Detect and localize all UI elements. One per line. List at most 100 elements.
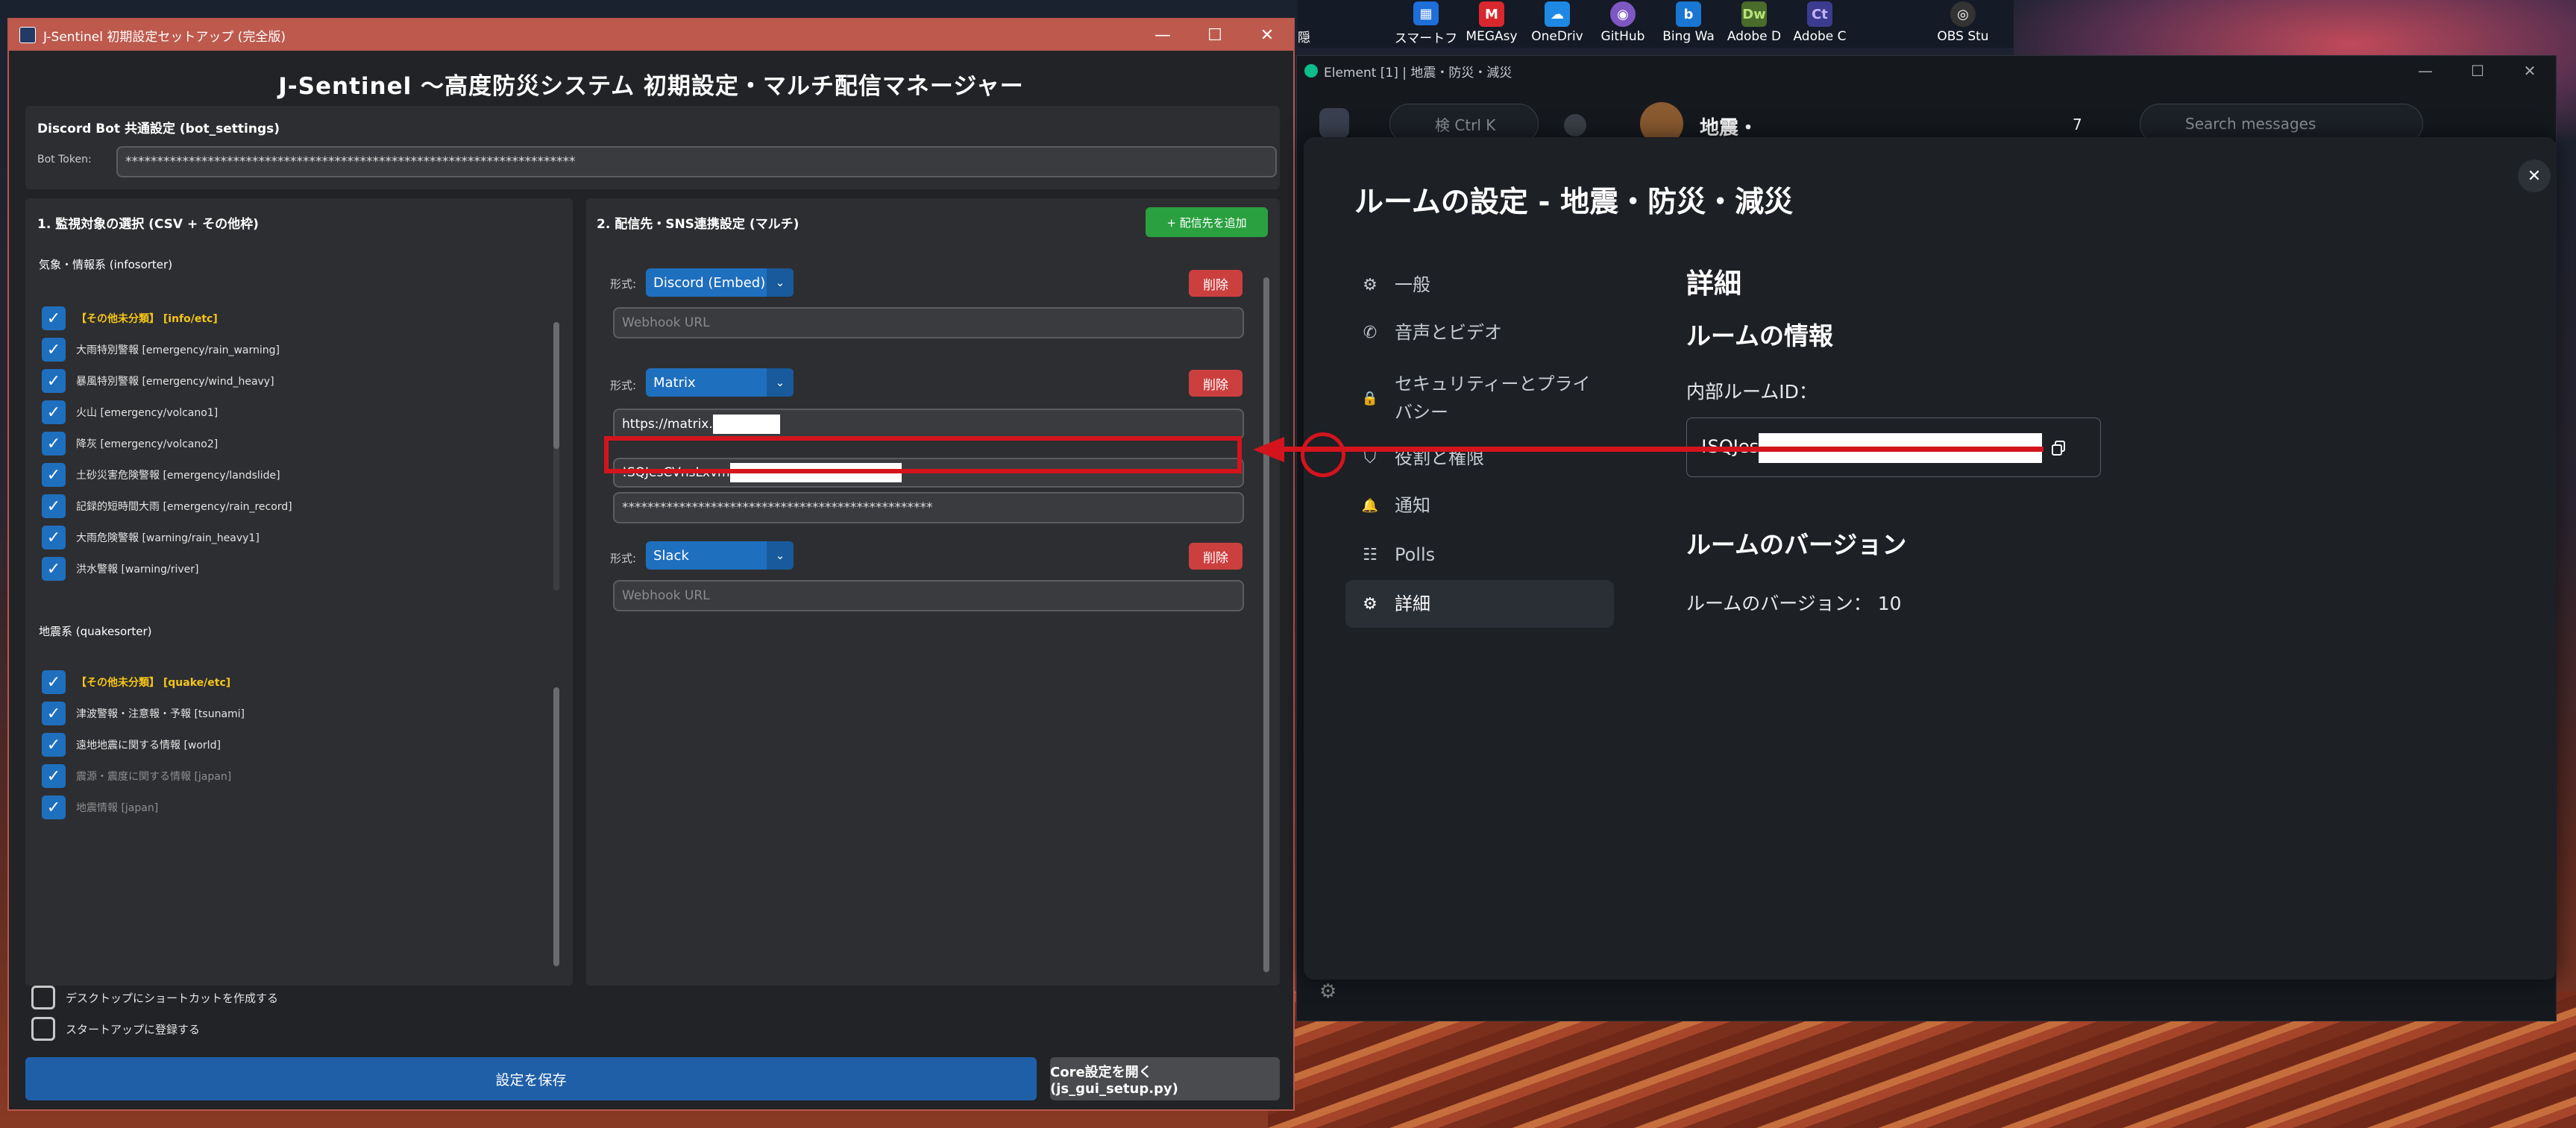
- list-item[interactable]: ✓ 暴風特別警報 [emergency/wind_heavy]: [42, 367, 274, 395]
- window-title: J-Sentinel 初期設定セットアップ (完全版): [43, 29, 286, 45]
- webhook-url-input[interactable]: Webhook URL: [613, 580, 1244, 611]
- checkbox-checked[interactable]: ✓: [42, 306, 66, 330]
- quake-scroll-thumb[interactable]: [553, 687, 559, 966]
- add-destination-button[interactable]: + 配信先を追加: [1146, 207, 1268, 237]
- minimize-button[interactable]: —: [2399, 56, 2451, 86]
- close-button[interactable]: ✕: [1241, 19, 1293, 51]
- quake-scrollbar[interactable]: [553, 687, 559, 966]
- close-button[interactable]: ✕: [2504, 56, 2556, 86]
- list-item[interactable]: ✓ 火山 [emergency/volcano1]: [42, 398, 218, 426]
- phone-icon: ✆: [1363, 323, 1377, 342]
- checkbox-checked[interactable]: ✓: [42, 494, 66, 518]
- adobe-c-shortcut[interactable]: Ct Adobe C: [1788, 1, 1851, 46]
- list-item[interactable]: ✓ 遠地地震に関する情報 [world]: [42, 731, 221, 759]
- checkbox-checked[interactable]: ✓: [42, 557, 66, 581]
- nav-item-security[interactable]: 🔒 セキュリティーとプライバシー: [1345, 368, 1614, 428]
- onedrive-shortcut[interactable]: ☁ OneDriv: [1526, 1, 1589, 46]
- shortcut-checkbox[interactable]: [31, 986, 55, 1009]
- checkbox-checked[interactable]: ✓: [42, 463, 66, 487]
- room-info-heading: ルームの情報: [1686, 321, 1834, 350]
- list-item[interactable]: ✓ 地震情報 [japan]: [42, 793, 158, 822]
- quake-group-label: 地震系 (quakesorter): [39, 625, 152, 638]
- list-item[interactable]: ✓ 洪水警報 [warning/river]: [42, 555, 198, 583]
- bot-settings-panel: Discord Bot 共通設定 (bot_settings) Bot Toke…: [25, 106, 1280, 189]
- element-window-titlebar[interactable]: Element [1] | 地震・防災・減災 — ☐ ✕: [1297, 56, 2556, 86]
- list-item[interactable]: ✓ 津波警報・注意報・予報 [tsunami]: [42, 699, 245, 728]
- maximize-button[interactable]: ☐: [2451, 56, 2504, 86]
- checkbox-checked[interactable]: ✓: [42, 338, 66, 362]
- annotation-highlight-box: [604, 436, 1242, 473]
- github-icon: ◉: [1610, 1, 1636, 27]
- checkbox-checked[interactable]: ✓: [42, 432, 66, 456]
- bing-icon: b: [1676, 1, 1701, 27]
- element-logo-icon: [1304, 64, 1318, 78]
- room-version-text: ルームのバージョン： 10: [1686, 593, 1902, 614]
- list-item[interactable]: ✓ 土砂災害危険警報 [emergency/landslide]: [42, 461, 280, 489]
- list-item[interactable]: ✓ 震源・震度に関する情報 [japan]: [42, 762, 231, 790]
- delivery-scroll-thumb[interactable]: [1263, 277, 1269, 972]
- space-icon[interactable]: [1319, 108, 1349, 138]
- delete-button[interactable]: 削除: [1189, 543, 1243, 570]
- copy-icon[interactable]: [2043, 433, 2073, 463]
- delivery-scrollbar[interactable]: [1263, 277, 1269, 972]
- list-item[interactable]: ✓ 降灰 [emergency/volcano2]: [42, 429, 218, 458]
- checkbox-checked[interactable]: ✓: [42, 526, 66, 549]
- obs-shortcut[interactable]: ◎ OBS Stu: [1932, 1, 1994, 46]
- checkbox-checked[interactable]: ✓: [42, 369, 66, 393]
- nav-item-voice-video[interactable]: ✆ 音声とビデオ: [1345, 309, 1614, 356]
- checkbox-checked[interactable]: ✓: [42, 400, 66, 424]
- list-item[interactable]: ✓ 【その他未分類】 [quake/etc]: [42, 668, 230, 696]
- list-item[interactable]: ✓ 【その他未分類】 [info/etc]: [42, 304, 218, 333]
- bing-shortcut[interactable]: b Bing Wa: [1657, 1, 1720, 46]
- list-item[interactable]: ✓ 大雨危険警報 [warning/rain_heavy1]: [42, 523, 260, 552]
- nav-item-advanced[interactable]: ⚙ 詳細: [1345, 580, 1614, 628]
- nav-item-general[interactable]: ⚙ 一般: [1345, 261, 1614, 309]
- nav-item-roles[interactable]: ⛉ 役割と権限: [1345, 434, 1614, 482]
- minimize-button[interactable]: —: [1137, 19, 1189, 51]
- dialog-close-button[interactable]: ✕: [2518, 160, 2551, 192]
- checkbox-checked[interactable]: ✓: [42, 764, 66, 788]
- setup-window: J-Sentinel 初期設定セットアップ (完全版) — ☐ ✕ J-Sent…: [7, 18, 1295, 1111]
- advanced-icon: ⚙: [1363, 594, 1377, 614]
- list-item[interactable]: ✓ 記録的短時間大雨 [emergency/rain_record]: [42, 492, 292, 520]
- open-core-settings-button[interactable]: Core設定を開く (js_gui_setup.py): [1050, 1057, 1280, 1100]
- startup-checkbox[interactable]: [31, 1017, 55, 1041]
- checkbox-checked[interactable]: ✓: [42, 733, 66, 757]
- setup-window-titlebar[interactable]: J-Sentinel 初期設定セットアップ (完全版) — ☐ ✕: [9, 19, 1293, 51]
- matrix-homeserver-input[interactable]: https://matrix.: [613, 409, 1244, 440]
- weather-scrollbar[interactable]: [553, 322, 559, 590]
- format-select-discord[interactable]: Discord (Embed) ⌄: [646, 268, 794, 297]
- redaction-block: [712, 415, 780, 434]
- compass-icon[interactable]: [1564, 114, 1586, 136]
- nav-item-polls[interactable]: ☷ Polls: [1345, 531, 1614, 579]
- format-select-slack[interactable]: Slack ⌄: [646, 541, 794, 570]
- format-label: 形式:: [610, 552, 637, 565]
- quake-list[interactable]: ✓ 【その他未分類】 [quake/etc] ✓ 津波警報・注意報・予報 [tsun…: [42, 668, 556, 981]
- delete-button[interactable]: 削除: [1189, 270, 1243, 297]
- save-settings-button[interactable]: 設定を保存: [25, 1057, 1037, 1100]
- delete-button[interactable]: 削除: [1189, 370, 1243, 397]
- webhook-url-input[interactable]: Webhook URL: [613, 307, 1244, 338]
- maximize-button[interactable]: ☐: [1189, 19, 1241, 51]
- settings-gear-icon[interactable]: ⚙: [1319, 980, 1336, 1003]
- weather-scroll-thumb[interactable]: [553, 322, 559, 449]
- dreamweaver-shortcut[interactable]: Dw Adobe D: [1723, 1, 1785, 46]
- weather-list[interactable]: ✓ 【その他未分類】 [info/etc] ✓ 大雨特別警報 [emergency/…: [42, 304, 556, 595]
- adobe-c-icon: Ct: [1807, 1, 1832, 27]
- format-label: 形式:: [610, 277, 637, 291]
- app-icon: [19, 27, 36, 43]
- format-label: 形式:: [610, 379, 637, 392]
- bot-settings-heading: Discord Bot 共通設定 (bot_settings): [37, 122, 280, 136]
- github-shortcut[interactable]: ◉ GitHub: [1592, 1, 1654, 46]
- nav-item-notifications[interactable]: 🔔 通知: [1345, 482, 1614, 529]
- list-item[interactable]: ✓ 大雨特別警報 [emergency/rain_warning]: [42, 335, 280, 364]
- matrix-token-input[interactable]: ****************************************…: [613, 492, 1244, 523]
- chevron-down-icon: ⌄: [767, 541, 794, 570]
- bot-token-input[interactable]: ****************************************…: [116, 146, 1277, 177]
- checkbox-checked[interactable]: ✓: [42, 702, 66, 725]
- checkbox-checked[interactable]: ✓: [42, 795, 66, 819]
- mega-shortcut[interactable]: M MEGAsy: [1460, 1, 1523, 46]
- format-select-matrix[interactable]: Matrix ⌄: [646, 368, 794, 397]
- smartphone-app-shortcut[interactable]: ▦ スマートフ: [1395, 1, 1457, 46]
- checkbox-checked[interactable]: ✓: [42, 670, 66, 694]
